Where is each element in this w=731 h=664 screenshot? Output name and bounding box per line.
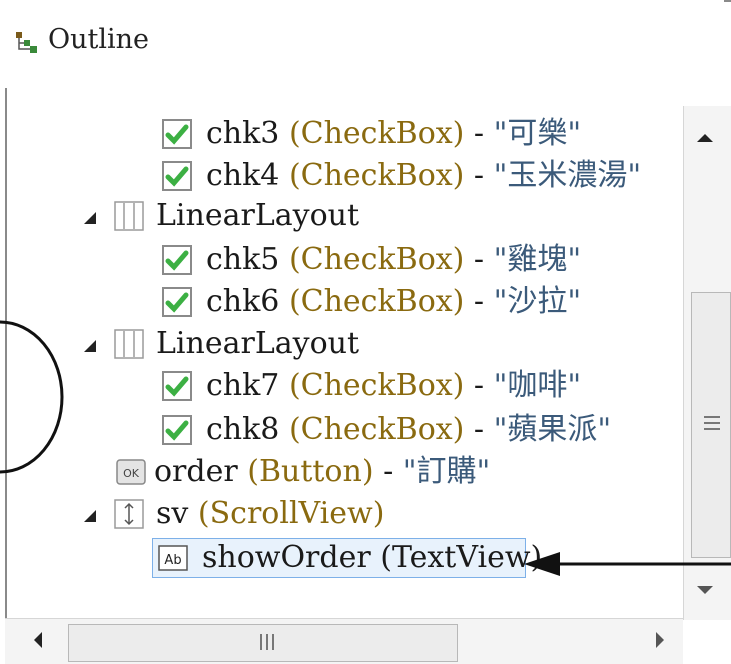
callout-circle xyxy=(0,320,64,474)
callout-arrowhead xyxy=(524,552,560,576)
callout-annotations xyxy=(0,320,731,576)
